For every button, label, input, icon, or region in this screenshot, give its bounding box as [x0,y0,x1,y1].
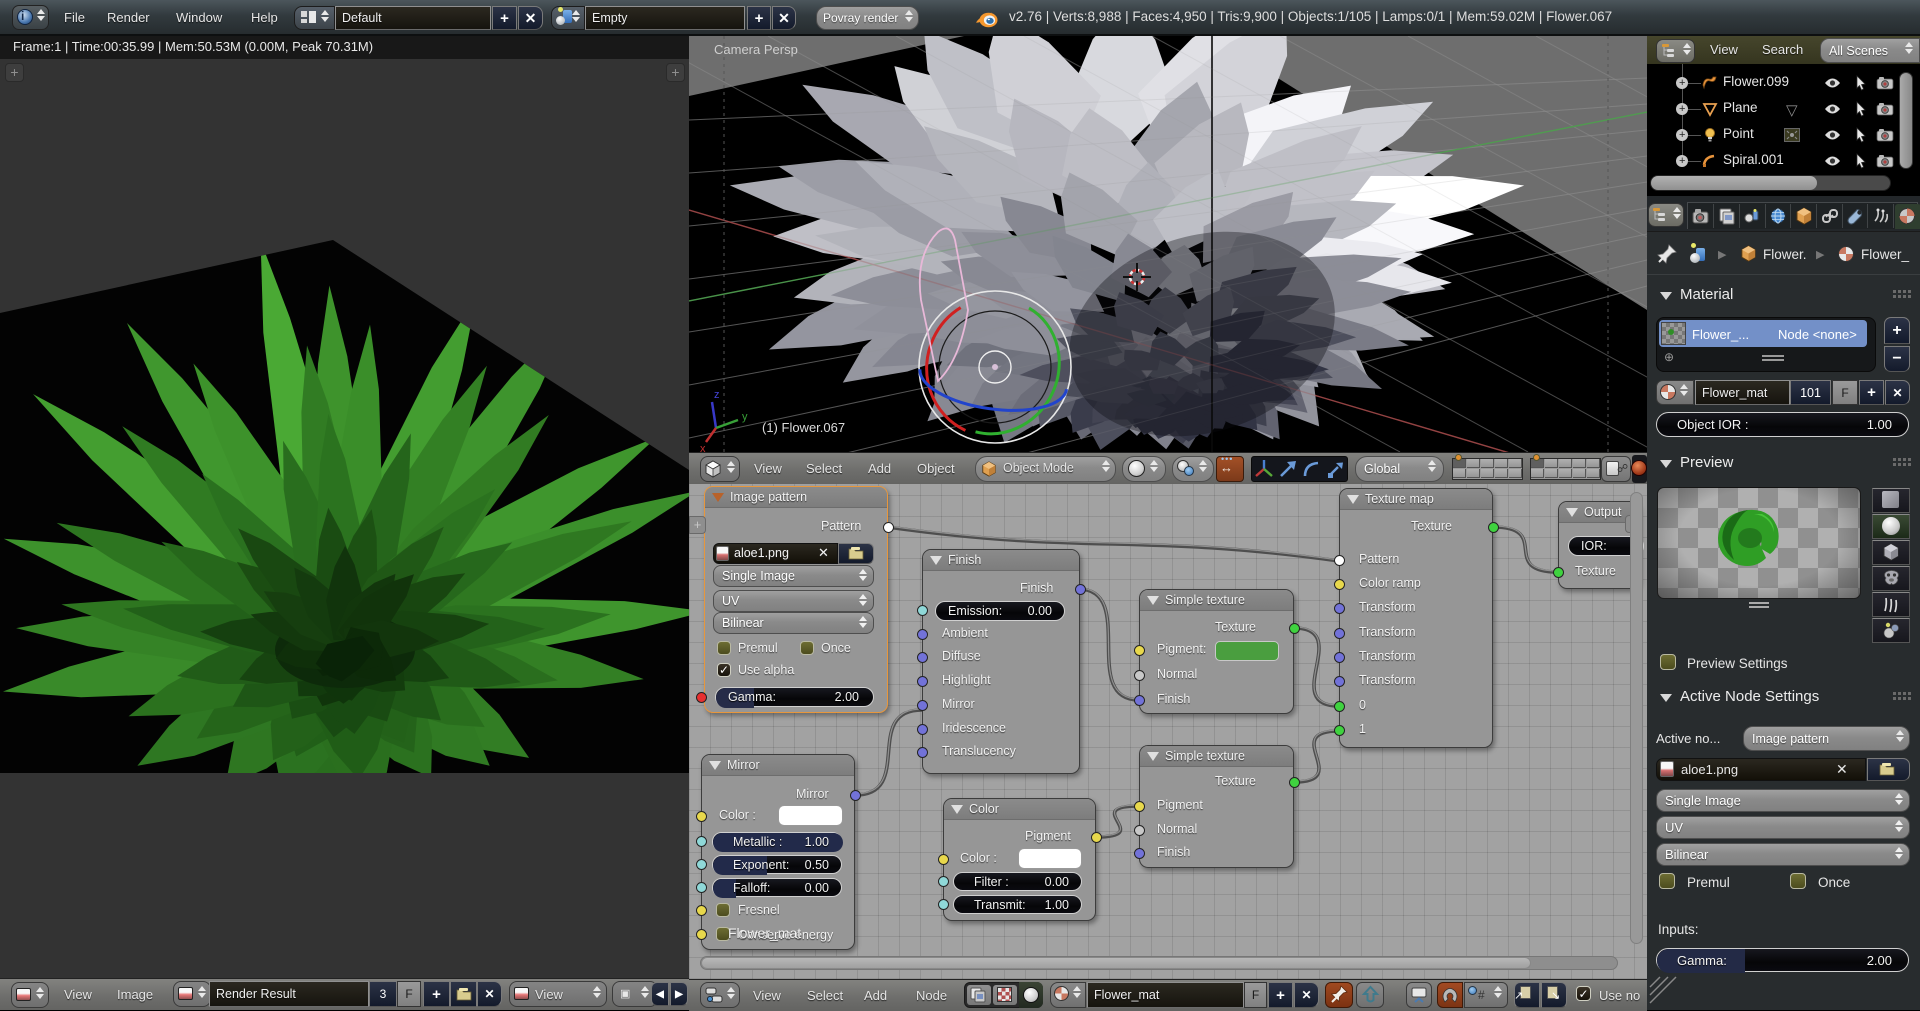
svg-text:x: x [700,443,706,452]
svg-text:z: z [714,389,720,401]
svg-text:y: y [742,411,748,423]
